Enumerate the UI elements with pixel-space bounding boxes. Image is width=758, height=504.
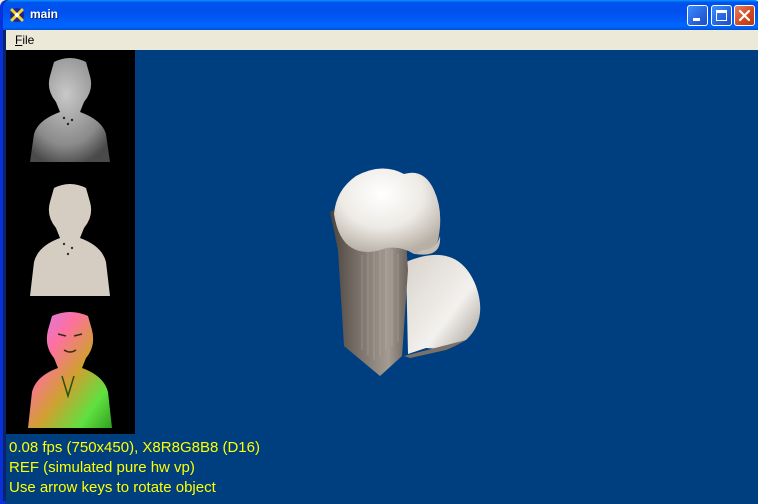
title-bar[interactable]: main [3,0,758,30]
rendered-3d-object[interactable] [6,50,758,504]
window-title: main [30,7,59,21]
menu-bar: File [6,30,758,50]
status-fps-line: 0.08 fps (750x450), X8R8G8B8 (D16) [9,439,260,456]
app-icon[interactable] [9,7,25,23]
status-overlay: 0.08 fps (750x450), X8R8G8B8 (D16) REF (… [9,438,260,498]
maximize-button[interactable] [711,5,732,26]
minimize-icon [693,18,700,21]
maximize-icon [716,10,727,21]
render-viewport[interactable]: 0.08 fps (750x450), X8R8G8B8 (D16) REF (… [6,50,758,504]
main-window: main File 0.08 fps (750x450), X8R8G8B8 (… [0,0,758,504]
close-icon [738,9,751,22]
minimize-button[interactable] [687,5,708,26]
close-button[interactable] [734,5,755,26]
menu-file[interactable]: File [11,32,38,48]
status-hint-line: Use arrow keys to rotate object [9,479,216,496]
status-device-line: REF (simulated pure hw vp) [9,459,195,476]
